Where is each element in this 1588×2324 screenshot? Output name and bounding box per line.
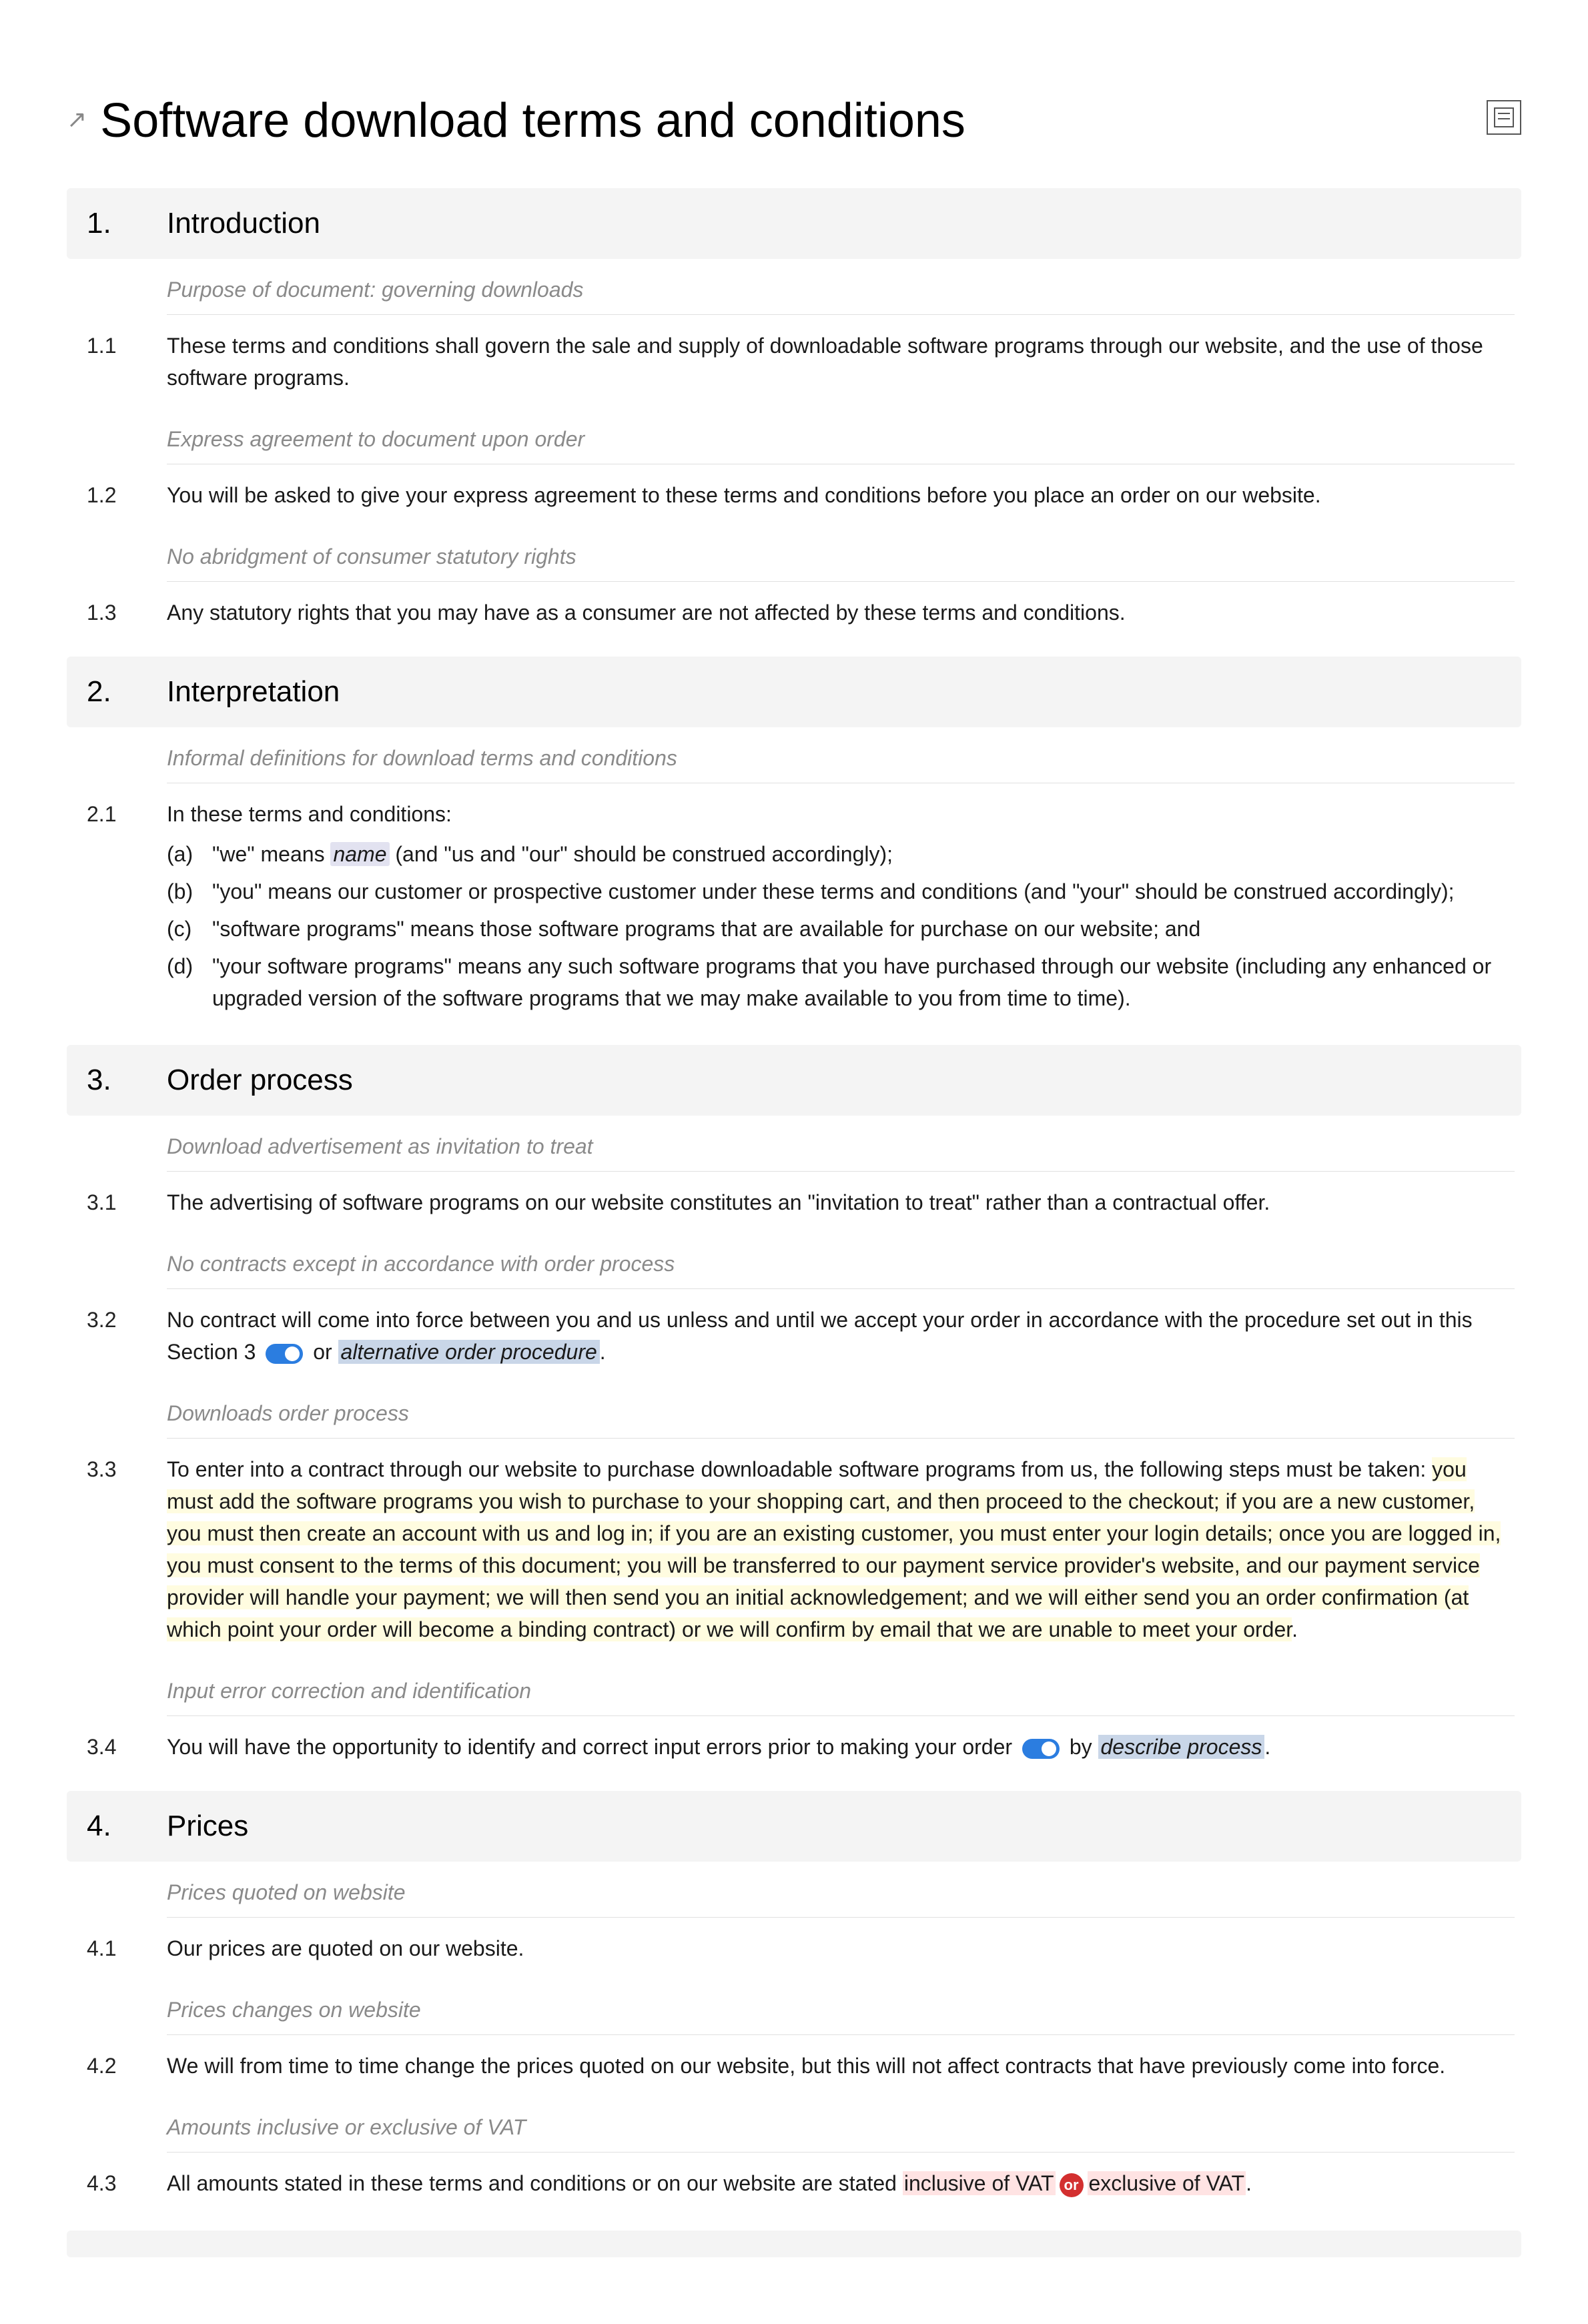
clause: 3.4 You will have the opportunity to iden… (67, 1716, 1521, 1778)
editorial-note: Input error correction and identificatio… (167, 1660, 1515, 1716)
sub-text: "software programs" means those software… (212, 913, 1200, 945)
section-heading: 2. Interpretation (67, 657, 1521, 727)
clause: 1.1 These terms and conditions shall gove… (67, 315, 1521, 408)
editorial-note: Express agreement to document upon order (167, 408, 1515, 464)
sub-text: "you" means our customer or prospective … (212, 875, 1454, 907)
sub-label: (a) (167, 838, 202, 870)
clause: 3.1 The advertising of software programs … (67, 1172, 1521, 1233)
variable-placeholder[interactable]: alternative order procedure (338, 1340, 600, 1364)
editorial-note: No contracts except in accordance with o… (167, 1233, 1515, 1289)
clause-number: 4.2 (87, 2050, 133, 2082)
clause: 4.2 We will from time to time change the … (67, 2035, 1521, 2096)
clause: 1.2 You will be asked to give your expres… (67, 464, 1521, 526)
sub-text: "we" means name (and "us and "our" shoul… (212, 838, 893, 870)
document-body: 1. Introduction Purpose of document: gover… (67, 188, 1521, 2257)
sub-label: (d) (167, 950, 202, 1014)
section-number: 1. (87, 207, 127, 240)
sub-text: "your software programs" means any such … (212, 950, 1515, 1014)
clause-text: Our prices are quoted on our website. (167, 1932, 1515, 1964)
clause-text: The advertising of software programs on … (167, 1186, 1515, 1218)
section-title: Introduction (167, 207, 320, 240)
title-wrap: ↗ Software download terms and conditions (67, 93, 965, 148)
toc-icon[interactable] (1487, 100, 1521, 135)
clause: 2.1 In these terms and conditions: (a) "we"… (67, 783, 1521, 1032)
clause-number: 3.2 (87, 1304, 133, 1368)
document-title: Software download terms and conditions (100, 93, 965, 148)
section-number: 3. (87, 1064, 127, 1097)
clause-number: 3.1 (87, 1186, 133, 1218)
clause: 4.1 Our prices are quoted on our website. (67, 1918, 1521, 1979)
editorial-note: Amounts inclusive or exclusive of VAT (167, 2096, 1515, 2153)
clause-number: 4.1 (87, 1932, 133, 1964)
editorial-note: Informal definitions for download terms … (167, 727, 1515, 783)
clause: 3.2 No contract will come into force betw… (67, 1289, 1521, 1383)
clause-text: You will have the opportunity to identif… (167, 1731, 1515, 1763)
clause-text: These terms and conditions shall govern … (167, 330, 1515, 394)
sub-item: (d) "your software programs" means any su… (167, 947, 1515, 1017)
clause: 3.3 To enter into a contract through our … (67, 1439, 1521, 1660)
section-title: Interpretation (167, 675, 340, 709)
variable-placeholder[interactable]: describe process (1098, 1735, 1265, 1759)
clause-number: 3.4 (87, 1731, 133, 1763)
clause-number: 1.3 (87, 597, 133, 629)
editorial-note: Download advertisement as invitation to … (167, 1116, 1515, 1172)
clause-number: 4.3 (87, 2167, 133, 2199)
option-inclusive[interactable]: inclusive of VAT (903, 2171, 1056, 2195)
toggle-switch[interactable] (266, 1344, 303, 1364)
clause-number: 1.1 (87, 330, 133, 394)
section-heading: 3. Order process (67, 1045, 1521, 1116)
variable-placeholder[interactable]: name (330, 842, 389, 866)
clause-body: In these terms and conditions: (a) "we" me… (167, 798, 1515, 1017)
editorial-note: Purpose of document: governing downloads (167, 259, 1515, 315)
editorial-note: Downloads order process (167, 1383, 1515, 1439)
sub-item: (a) "we" means name (and "us and "our" sh… (167, 835, 1515, 873)
or-pill[interactable]: or (1060, 2173, 1084, 2197)
clause-number: 2.1 (87, 798, 133, 1017)
editable-highlight[interactable]: you must add the software programs you w… (167, 1457, 1501, 1641)
section-title: Prices (167, 1810, 248, 1843)
section-number: 4. (87, 1810, 127, 1843)
editorial-note: No abridgment of consumer statutory righ… (167, 526, 1515, 582)
section-number: 2. (87, 675, 127, 709)
clause: 1.3 Any statutory rights that you may hav… (67, 582, 1521, 643)
sub-label: (c) (167, 913, 202, 945)
section-title: Order process (167, 1064, 353, 1097)
clause-text: You will be asked to give your express a… (167, 479, 1515, 511)
sub-label: (b) (167, 875, 202, 907)
clause-number: 1.2 (87, 479, 133, 511)
clause-number: 3.3 (87, 1453, 133, 1645)
section-heading: 4. Prices (67, 1791, 1521, 1862)
clause-text: To enter into a contract through our web… (167, 1453, 1515, 1645)
editorial-note: Prices changes on website (167, 1979, 1515, 2035)
editorial-note: Prices quoted on website (167, 1862, 1515, 1918)
clause: 4.3 All amounts stated in these terms and… (67, 2153, 1521, 2214)
clause-text: We will from time to time change the pri… (167, 2050, 1515, 2082)
document-header: ↗ Software download terms and conditions (67, 93, 1521, 148)
next-section-heading (67, 2231, 1521, 2257)
external-link-icon[interactable]: ↗ (67, 105, 87, 133)
section-heading: 1. Introduction (67, 188, 1521, 259)
clause-text: Any statutory rights that you may have a… (167, 597, 1515, 629)
clause-lead: In these terms and conditions: (167, 798, 1515, 830)
sub-item: (b) "you" means our customer or prospecti… (167, 873, 1515, 910)
option-exclusive[interactable]: exclusive of VAT (1088, 2171, 1246, 2195)
clause-text: All amounts stated in these terms and co… (167, 2167, 1515, 2199)
clause-text: No contract will come into force between… (167, 1304, 1515, 1368)
sub-item: (c) "software programs" means those softw… (167, 910, 1515, 947)
toggle-switch[interactable] (1022, 1739, 1060, 1759)
sub-list: (a) "we" means name (and "us and "our" sh… (167, 835, 1515, 1017)
